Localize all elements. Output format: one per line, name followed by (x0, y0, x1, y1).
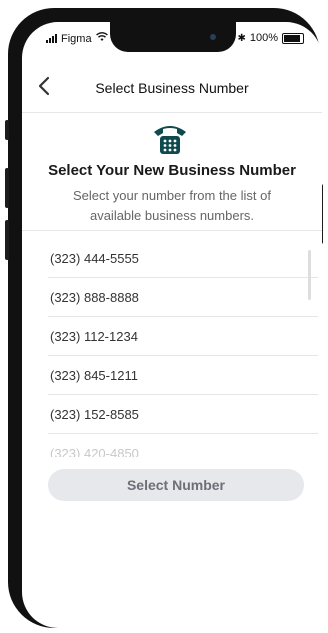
list-item[interactable]: (323) 112-1234 (48, 317, 318, 356)
telephone-icon (151, 122, 189, 156)
battery-percentage: 100% (249, 32, 278, 44)
list-item[interactable]: (323) 152-8585 (48, 395, 318, 434)
page-title: Select Business Number (95, 80, 249, 96)
phone-frame: Figma ✱ 100% Select Business Number Sele… (5, 8, 323, 628)
nav-header: Select Business Number (22, 66, 322, 113)
list-item[interactable]: (323) 444-5555 (48, 239, 318, 278)
signal-icon (46, 34, 57, 43)
list-item[interactable]: (323) 420-4850 (48, 434, 318, 458)
notch (110, 22, 236, 52)
mute-switch (5, 120, 9, 140)
section-heading: Select Your New Business Number (48, 162, 296, 179)
volume-up-button (5, 168, 9, 208)
battery-icon (282, 32, 304, 44)
select-number-button[interactable]: Select Number (48, 469, 304, 501)
screen: Figma ✱ 100% Select Business Number Sele… (22, 22, 322, 628)
list-item[interactable]: (323) 845-1211 (48, 356, 318, 395)
section-description: Select your number from the list of avai… (73, 188, 271, 223)
carrier-name: Figma (61, 32, 92, 45)
volume-down-button (5, 220, 9, 260)
list-item[interactable]: (323) 888-8888 (48, 278, 318, 317)
number-list[interactable]: (323) 444-5555 (323) 888-8888 (323) 112-… (48, 239, 318, 457)
bluetooth-icon: ✱ (237, 32, 246, 44)
scrollbar[interactable] (308, 250, 311, 300)
camera-icon (210, 34, 216, 40)
divider (22, 230, 322, 231)
wifi-icon (95, 32, 108, 45)
